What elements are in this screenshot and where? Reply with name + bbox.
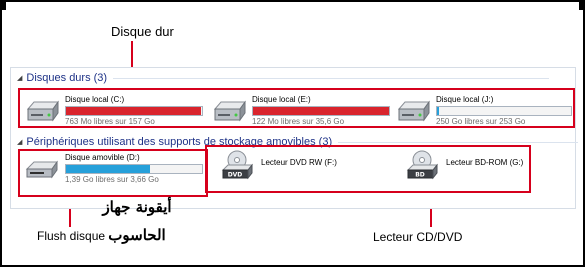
- hard-disk-annotation: Disque dur: [111, 24, 174, 39]
- optical-drives-highlight: [205, 145, 531, 193]
- collapse-triangle-icon[interactable]: ◢: [17, 74, 22, 82]
- cd-dvd-annotation: Lecteur CD/DVD: [373, 230, 463, 244]
- removable-drive-highlight: [18, 149, 208, 197]
- collapse-triangle-icon[interactable]: ◢: [17, 138, 22, 146]
- corner-mark: [579, 0, 585, 10]
- hard-drives-group-header[interactable]: ◢ Disques durs (3): [17, 72, 550, 84]
- hard-drives-highlight: [18, 88, 575, 128]
- corner-mark: [0, 0, 6, 10]
- header-divider: [338, 141, 579, 143]
- flush-disk-annotation: Flush disque: [37, 229, 106, 243]
- hard-drives-header-label: Disques durs (3): [26, 72, 108, 84]
- header-divider: [113, 77, 550, 79]
